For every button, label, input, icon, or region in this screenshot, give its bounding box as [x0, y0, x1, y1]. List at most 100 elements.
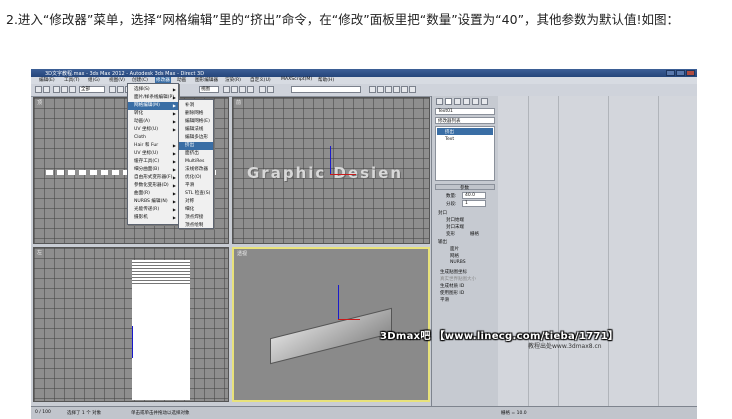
reference-coord-dropdown[interactable]: 视图: [199, 86, 219, 93]
bind-icon[interactable]: [69, 86, 76, 93]
parameters-rollout-header[interactable]: 参数: [435, 184, 495, 191]
pivot-icon[interactable]: [223, 86, 230, 93]
percent-snap-icon[interactable]: [247, 86, 254, 93]
submenu-item-tessellate[interactable]: 细化: [179, 206, 213, 214]
mirror-icon[interactable]: [259, 86, 266, 93]
menu-item-surface[interactable]: 曲面(R) ▶: [128, 190, 178, 198]
segments-spinner[interactable]: 1: [462, 200, 486, 207]
undo-icon[interactable]: [35, 86, 42, 93]
menu-tools[interactable]: 工具(T): [64, 77, 80, 83]
menu-item-cache-tools[interactable]: 缓存工具(C) ▶: [128, 158, 178, 166]
submenu-item-multires[interactable]: MultiRes: [179, 158, 213, 166]
smooth-checkbox[interactable]: 平滑: [440, 297, 449, 303]
submenu-item-optimize[interactable]: 优化(O): [179, 174, 213, 182]
submenu-item-smooth[interactable]: 平滑: [179, 182, 213, 190]
menu-item-free-form[interactable]: 自由形式变形器(F) ▶: [128, 174, 178, 182]
frame-slider[interactable]: 0 / 100: [35, 410, 51, 415]
menu-group[interactable]: 组(G): [88, 77, 100, 83]
output-nurbs-radio[interactable]: NURBS: [450, 260, 466, 265]
motion-tab-icon[interactable]: [463, 98, 470, 105]
close-icon[interactable]: [686, 70, 695, 76]
cap-start-checkbox[interactable]: 封口始端: [446, 217, 464, 223]
material-editor-icon[interactable]: [385, 86, 392, 93]
named-selection-dropdown[interactable]: [291, 86, 361, 93]
text-extrude-side: [132, 260, 190, 400]
modifier-list-dropdown[interactable]: 修改器列表: [435, 117, 495, 124]
submenu-item-stl-check[interactable]: STL 检查(S): [179, 190, 213, 198]
render-icon[interactable]: [401, 86, 408, 93]
grid-radio[interactable]: 栅格: [470, 231, 479, 237]
submenu-item-symmetry[interactable]: 对称: [179, 198, 213, 206]
menu-item-mesh-editing[interactable]: 网格编辑(M) ▶: [128, 102, 178, 110]
create-tab-icon[interactable]: [436, 98, 443, 105]
amount-spinner[interactable]: 40.0: [462, 192, 486, 199]
menu-item-radiosity[interactable]: 光能传递(R) ▶: [128, 206, 178, 214]
render-setup-icon[interactable]: [393, 86, 400, 93]
menu-views[interactable]: 视图(V): [109, 77, 125, 83]
axis-x-gizmo: [330, 174, 356, 175]
submenu-item-extrude[interactable]: 挤出: [179, 142, 213, 150]
submenu-item-edit-normals[interactable]: 编辑法线: [179, 126, 213, 134]
select-icon[interactable]: [109, 86, 116, 93]
menu-item-uv-coords-2[interactable]: UV 坐标(U) ▶: [128, 150, 178, 158]
menu-graph-editors[interactable]: 图形编辑器: [195, 77, 218, 83]
menu-item-parametric[interactable]: 参数化变形器(D) ▶: [128, 182, 178, 190]
submenu-item-vertex-weld[interactable]: 顶点焊接: [179, 214, 213, 222]
submenu-arrow-icon: ▶: [172, 175, 176, 180]
layer-icon[interactable]: [369, 86, 376, 93]
select-by-name-icon[interactable]: [117, 86, 124, 93]
utilities-tab-icon[interactable]: [481, 98, 488, 105]
link-icon[interactable]: [53, 86, 60, 93]
gen-material-ids-checkbox[interactable]: 生成材质 ID: [440, 283, 464, 289]
viewport-left[interactable]: 左: [33, 247, 229, 402]
output-patch-radio[interactable]: 面片: [450, 246, 459, 252]
menu-help[interactable]: 帮助(H): [318, 77, 334, 83]
minimize-icon[interactable]: [666, 70, 675, 76]
menu-item-nurbs[interactable]: NURBS 编辑(N) ▶: [128, 198, 178, 206]
axis-gizmo-persp: [338, 285, 339, 319]
menu-edit[interactable]: 编辑(E): [39, 77, 55, 83]
menu-item-cloth[interactable]: Cloth: [128, 134, 178, 142]
submenu-item-edit-poly[interactable]: 编辑多边形: [179, 134, 213, 142]
output-mesh-radio[interactable]: 网格: [450, 253, 459, 259]
menu-item-cameras[interactable]: 摄影机 ▶: [128, 214, 178, 222]
use-shape-ids-checkbox[interactable]: 使用图形 ID: [440, 290, 464, 296]
submenu-item-normal[interactable]: 法线修改器: [179, 166, 213, 174]
submenu-item-delete-mesh[interactable]: 删除网格: [179, 110, 213, 118]
modify-tab-icon[interactable]: [445, 98, 452, 105]
menu-customize[interactable]: 自定义(U): [250, 77, 271, 83]
stack-item-extrude[interactable]: 挤出: [437, 128, 493, 135]
cap-end-checkbox[interactable]: 封口末端: [446, 224, 464, 230]
quick-render-icon[interactable]: [409, 86, 416, 93]
menu-item-patch-spline[interactable]: 面片/样条线编辑(P) ▶: [128, 94, 178, 102]
angle-snap-icon[interactable]: [239, 86, 246, 93]
menu-item-animation[interactable]: 动画(A) ▶: [128, 118, 178, 126]
align-icon[interactable]: [267, 86, 274, 93]
viewport-perspective[interactable]: 透视: [232, 247, 430, 402]
menu-item-selection[interactable]: 选择(S) ▶: [128, 86, 178, 94]
submenu-item-vertex-paint[interactable]: 顶点绘制: [179, 222, 213, 230]
unlink-icon[interactable]: [61, 86, 68, 93]
object-name-field[interactable]: Text01: [435, 108, 495, 115]
submenu-item-face-extrude[interactable]: 面挤出: [179, 150, 213, 158]
display-tab-icon[interactable]: [472, 98, 479, 105]
menu-item-hair-fur[interactable]: Hair 和 Fur ▶: [128, 142, 178, 150]
selection-filter-dropdown[interactable]: 全部: [79, 86, 105, 93]
snap-icon[interactable]: [231, 86, 238, 93]
stack-item-text[interactable]: Text: [437, 136, 493, 143]
viewport-front[interactable]: 前 Graphic Desien: [232, 97, 430, 244]
maximize-icon[interactable]: [676, 70, 685, 76]
menu-item-subdivision[interactable]: 细分曲面(B) ▶: [128, 166, 178, 174]
gen-mapping-checkbox[interactable]: 生成贴图坐标: [440, 269, 467, 275]
submenu-item-cap-holes[interactable]: 补洞: [179, 102, 213, 110]
menu-item-conversion[interactable]: 转化 ▶: [128, 110, 178, 118]
real-world-map-checkbox[interactable]: 真实世界贴图大小: [440, 276, 476, 282]
redo-icon[interactable]: [43, 86, 50, 93]
morph-radio[interactable]: 变形: [446, 231, 455, 237]
menu-item-uv-coords[interactable]: UV 坐标(U) ▶: [128, 126, 178, 134]
menu-rendering[interactable]: 渲染(R): [225, 77, 241, 83]
hierarchy-tab-icon[interactable]: [454, 98, 461, 105]
submenu-item-edit-mesh[interactable]: 编辑网格(E): [179, 118, 213, 126]
menu-maxscript[interactable]: MAXScript(M): [281, 77, 312, 82]
curve-editor-icon[interactable]: [377, 86, 384, 93]
